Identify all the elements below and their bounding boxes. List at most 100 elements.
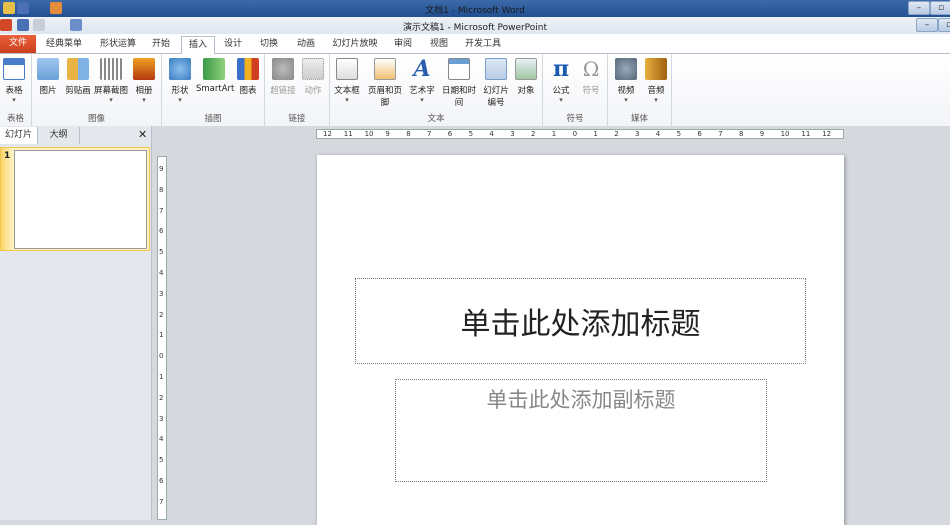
button-icon-19 [645, 58, 667, 80]
ribbon-button-0[interactable]: 表格 ▾ [0, 56, 32, 104]
ruler-label: 6 [159, 477, 164, 485]
button-icon-9 [302, 58, 324, 80]
button-label: 图表 [239, 86, 257, 96]
button-label: 表格 [5, 86, 23, 96]
ribbon-button-9[interactable]: 动作 [295, 56, 331, 96]
ribbon-button-3[interactable]: 屏幕截图 ▾ [93, 56, 129, 104]
ruler-label: 4 [159, 269, 164, 277]
ruler-label: 6 [697, 130, 702, 138]
tab-10[interactable]: 视图 [422, 36, 456, 54]
button-label: 相册 [135, 86, 153, 96]
ribbon-insert: 表格 图像 插图 链接 文本 符号 媒体 表格 ▾ 图片 剪贴画 屏幕截图 ▾ 相册 ▾ 形状 ▾ SmartAr… [0, 54, 950, 126]
ruler-label: 4 [489, 130, 494, 138]
button-label: 形状 [171, 86, 189, 96]
tab-1[interactable]: 经典菜单 [40, 36, 88, 54]
horizontal-ruler: 12 11 10 9 8 7 6 5 4 3 2 1 0 1 2 3 4 5 6 7 8 9 10 11 12 [316, 129, 844, 139]
group-label: 媒体 [630, 114, 648, 124]
button-icon-11 [374, 58, 396, 80]
button-icon-18 [615, 58, 637, 80]
subtitle-placeholder[interactable]: 单击此处添加副标题 [395, 379, 767, 482]
ribbon-button-2[interactable]: 剪贴画 [60, 56, 96, 96]
dropdown-arrow-icon: ▾ [654, 96, 658, 104]
dropdown-arrow-icon: ▾ [12, 96, 16, 104]
button-icon-10 [336, 58, 358, 80]
close-panel-icon[interactable]: ✕ [138, 128, 147, 141]
group-label: 插图 [204, 114, 222, 124]
tab-8[interactable]: 幻灯片放映 [326, 36, 384, 54]
button-label: 页眉和页脚 [367, 86, 402, 108]
slide-thumbnail[interactable] [14, 150, 147, 249]
button-label: SmartArt [196, 84, 235, 94]
ribbon-button-4[interactable]: 相册 ▾ [126, 56, 162, 104]
ribbon-button-10[interactable]: 文本框 ▾ [329, 56, 365, 104]
tab-6[interactable]: 切换 [254, 36, 284, 54]
ribbon-tabs: 文件 经典菜单 形状运算 开始 插入 设计 切换 动画 幻灯片放映 审阅 视图 开发工具 [0, 34, 950, 55]
tab-7[interactable]: 动画 [290, 36, 322, 54]
button-icon-7 [237, 58, 259, 80]
tab-slides[interactable]: 幻灯片 [0, 127, 38, 144]
button-label: 艺术字 [409, 86, 435, 96]
group-label: 符号 [566, 114, 584, 124]
slide-number: 1 [4, 151, 11, 161]
ppt-maximize-button[interactable]: ▫ [938, 18, 950, 32]
ruler-label: 12 [822, 130, 832, 138]
ruler-label: 4 [655, 130, 661, 138]
dropdown-arrow-icon: ▾ [109, 96, 113, 104]
ruler-label: 6 [159, 227, 164, 236]
dropdown-arrow-icon: ▾ [142, 96, 146, 104]
ruler-label: 9 [759, 130, 765, 138]
ruler-label: 5 [676, 130, 682, 138]
button-label: 日期和时间 [441, 86, 476, 108]
ribbon-button-5[interactable]: 形状 ▾ [162, 56, 198, 104]
ribbon-button-6[interactable]: SmartArt [196, 56, 235, 94]
ruler-label: 11 [343, 130, 353, 138]
dropdown-arrow-icon: ▾ [178, 96, 182, 104]
title-placeholder-text: 单击此处添加标题 [460, 307, 701, 342]
ruler-label: 9 [385, 130, 390, 138]
title-placeholder[interactable]: 单击此处添加标题 [355, 278, 806, 364]
word-maximize-button[interactable]: ▫ [930, 1, 950, 15]
button-label: 动作 [304, 86, 322, 96]
ruler-label: 8 [406, 130, 411, 138]
word-minimize-button[interactable]: – [908, 1, 930, 15]
tab-5[interactable]: 设计 [218, 36, 248, 54]
button-label: 幻灯片编号 [483, 86, 509, 108]
ribbon-button-17[interactable]: Ω 符号 [573, 56, 609, 96]
dropdown-arrow-icon: ▾ [420, 96, 424, 104]
ribbon-button-13[interactable]: 日期和时间 [441, 56, 477, 108]
ribbon-button-19[interactable]: 音频 ▾ [638, 56, 674, 104]
ruler-label: 7 [159, 206, 164, 215]
ruler-label: 10 [780, 130, 790, 138]
tab-11[interactable]: 开发工具 [458, 36, 508, 54]
ribbon-button-15[interactable]: 对象 [508, 56, 544, 96]
subtitle-placeholder-text: 单击此处添加副标题 [486, 388, 676, 412]
ruler-label: 7 [718, 130, 723, 138]
ruler-label: 1 [593, 130, 598, 138]
ruler-label: 5 [159, 456, 164, 465]
tab-4[interactable]: 插入 [181, 36, 215, 55]
button-label: 音频 [647, 86, 665, 96]
slide-thumbnail-item[interactable]: 1 [0, 147, 150, 251]
ppt-minimize-button[interactable]: – [916, 18, 938, 32]
ruler-label: 7 [159, 497, 164, 506]
ribbon-button-7[interactable]: 图表 [230, 56, 266, 96]
ruler-label: 1 [159, 373, 164, 381]
ruler-label: 3 [159, 414, 164, 423]
ruler-label: 3 [159, 289, 164, 298]
ruler-label: 8 [159, 185, 164, 194]
dropdown-arrow-icon: ▾ [345, 96, 349, 104]
slide-canvas[interactable]: 单击此处添加标题 单击此处添加副标题 [317, 155, 844, 525]
tab-9[interactable]: 审阅 [388, 36, 418, 54]
ruler-label: 8 [739, 130, 744, 138]
button-icon-15 [515, 58, 537, 80]
tab-0[interactable]: 文件 [0, 35, 36, 53]
group-label: 图像 [87, 114, 105, 124]
tab-outline[interactable]: 大纲 [38, 127, 80, 144]
tab-2[interactable]: 形状运算 [92, 36, 144, 54]
button-icon-8 [272, 58, 294, 80]
ribbon-button-11[interactable]: 页眉和页脚 [367, 56, 403, 108]
ribbon-button-12[interactable]: A 艺术字 ▾ [404, 56, 440, 104]
button-icon-12: A [413, 56, 431, 82]
tab-3[interactable]: 开始 [146, 36, 176, 54]
dropdown-arrow-icon: ▾ [559, 96, 563, 104]
